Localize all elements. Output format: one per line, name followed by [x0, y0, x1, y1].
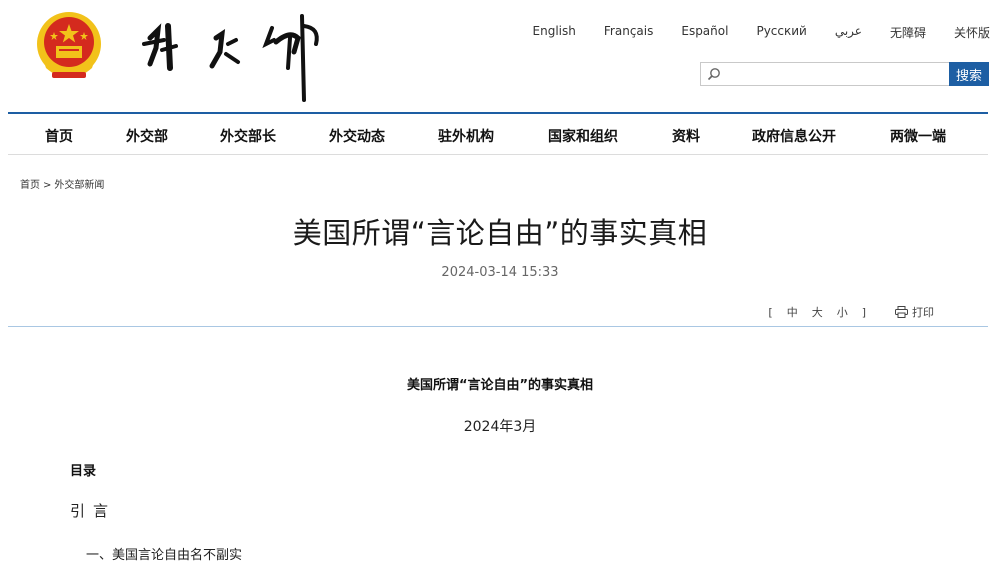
logo-calligraphy[interactable] — [140, 8, 330, 104]
header-separator — [8, 326, 988, 327]
toc-heading: 目录 — [70, 464, 97, 479]
nav-ministry[interactable]: 外交部 — [126, 126, 168, 146]
printer-icon — [895, 306, 908, 318]
toc-section-1[interactable]: 一、美国言论自由名不副实 — [86, 544, 242, 563]
breadcrumb-home[interactable]: 首页 — [20, 180, 40, 191]
breadcrumb: 首页 > 外交部新闻 — [20, 176, 107, 191]
search-icon — [707, 68, 720, 81]
lang-french[interactable]: Français — [604, 24, 653, 41]
font-size-open-bracket: [ — [768, 306, 773, 319]
nav-government-info[interactable]: 政府信息公开 — [752, 126, 836, 146]
accessibility-link[interactable]: 无障碍 — [890, 24, 926, 41]
nav-diplomatic-news[interactable]: 外交动态 — [329, 126, 385, 146]
font-size-large[interactable]: 中 — [787, 306, 798, 319]
lang-spanish[interactable]: Español — [681, 24, 728, 41]
nav-resources[interactable]: 资料 — [672, 126, 700, 146]
main-nav: 首页 外交部 外交部长 外交动态 驻外机构 国家和组织 资料 政府信息公开 两微… — [8, 114, 988, 154]
nav-missions-abroad[interactable]: 驻外机构 — [438, 126, 494, 146]
search-field — [700, 62, 949, 86]
search-button[interactable]: 搜索 — [949, 62, 989, 86]
print-button[interactable]: 打印 — [895, 304, 934, 320]
language-bar: English Français Español Русский عربي 无障… — [505, 24, 990, 41]
search-bar: 搜索 — [700, 62, 989, 86]
search-input[interactable] — [725, 63, 949, 85]
breadcrumb-current[interactable]: 外交部新闻 — [54, 180, 104, 191]
nav-minister[interactable]: 外交部长 — [220, 126, 276, 146]
nav-divider — [8, 154, 988, 155]
font-size-small[interactable]: 小 — [837, 306, 848, 319]
article-tools: [ 中 大 小] 打印 — [761, 304, 934, 320]
font-size-switcher: [ 中 大 小] — [761, 304, 873, 320]
nav-countries-organizations[interactable]: 国家和组织 — [548, 126, 618, 146]
national-emblem-icon[interactable] — [34, 10, 104, 86]
article-body-date: 2024年3月 — [463, 419, 537, 435]
lang-english[interactable]: English — [533, 24, 576, 41]
toc-intro[interactable]: 引言 — [70, 500, 116, 521]
care-mode-link[interactable]: 关怀版 — [954, 24, 990, 41]
print-label[interactable]: 打印 — [912, 304, 934, 320]
nav-social-media[interactable]: 两微一端 — [890, 126, 946, 146]
breadcrumb-separator: > — [43, 180, 52, 191]
site-header: English Français Español Русский عربي 无障… — [0, 0, 1000, 112]
article-body-title: 美国所谓“言论自由”的事实真相 — [406, 378, 594, 393]
page-title: 美国所谓“言论自由”的事实真相 — [292, 216, 708, 250]
publish-date: 2024-03-14 15:33 — [441, 265, 559, 280]
font-size-medium[interactable]: 大 — [812, 306, 823, 319]
lang-arabic[interactable]: عربي — [835, 24, 862, 41]
font-size-close-bracket: ] — [861, 306, 866, 319]
nav-home[interactable]: 首页 — [45, 126, 73, 146]
lang-russian[interactable]: Русский — [756, 24, 806, 41]
